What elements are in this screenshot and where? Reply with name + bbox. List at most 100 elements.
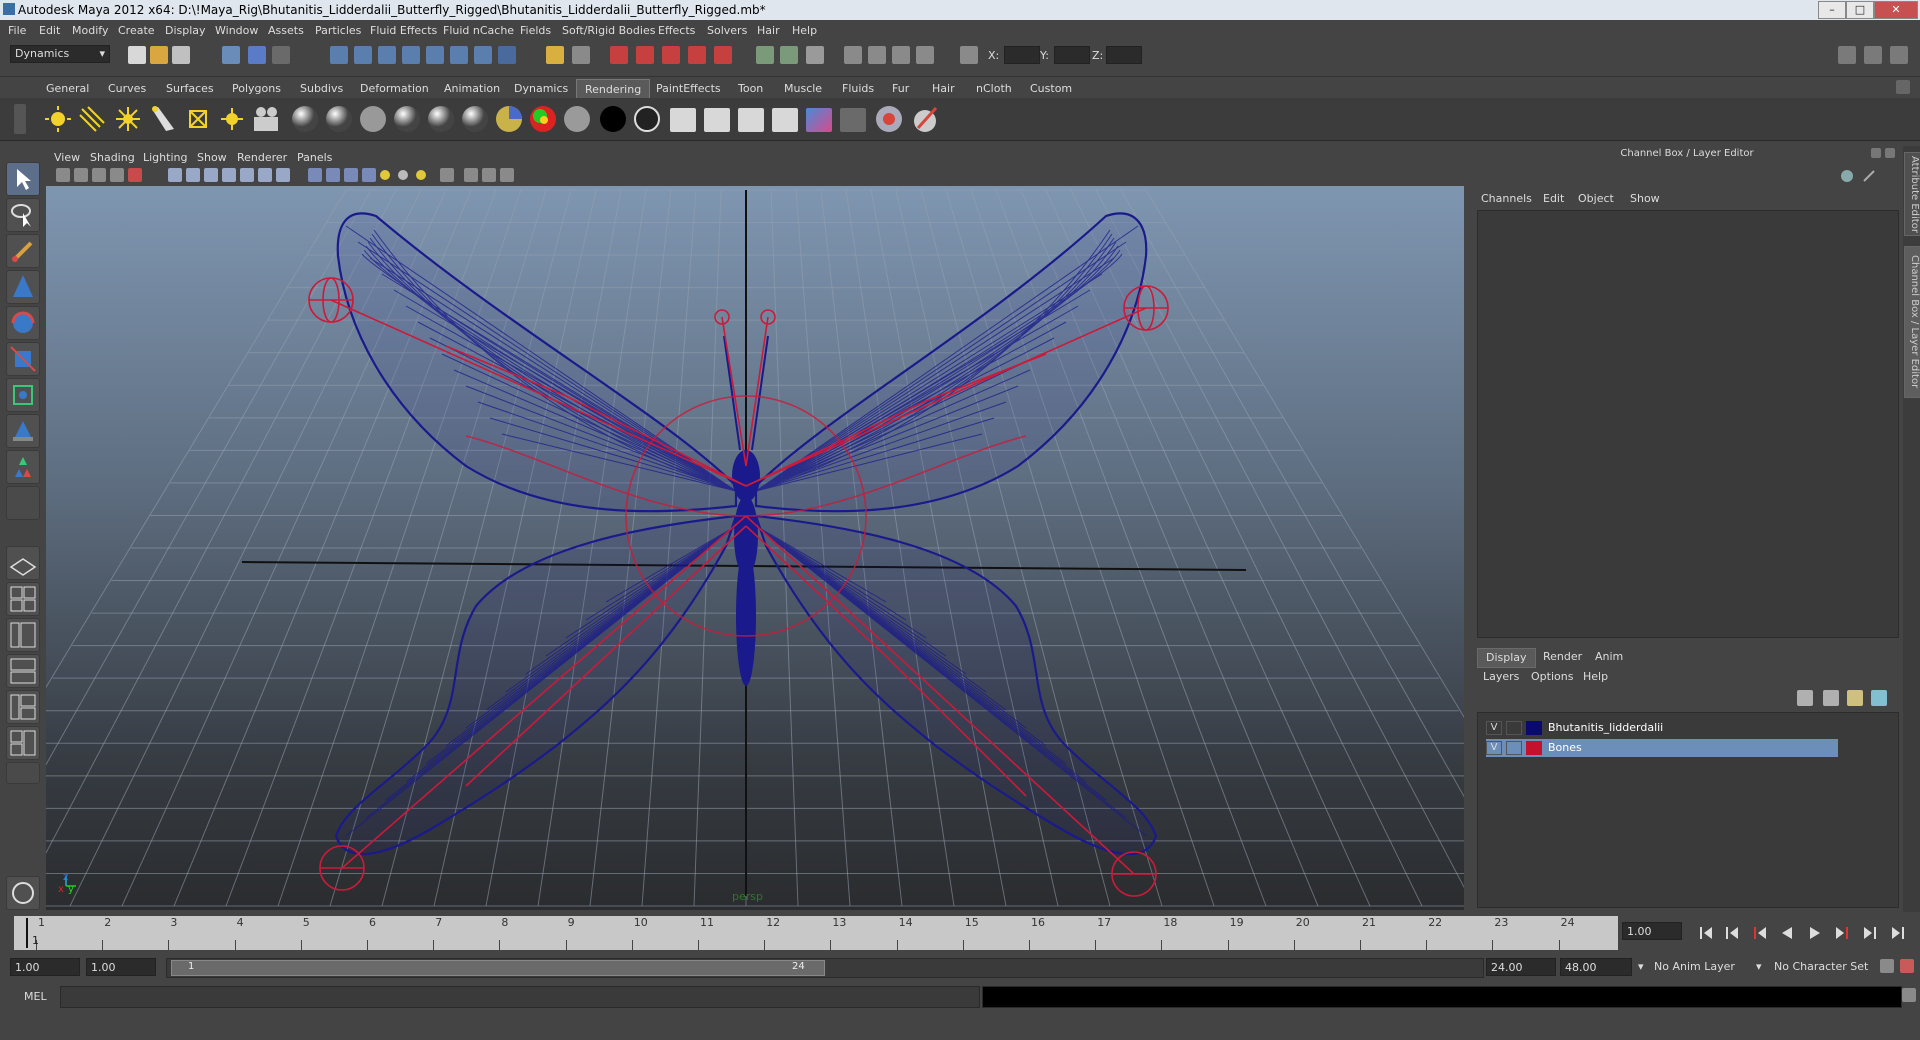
menu-window[interactable]: Window [215,24,258,37]
time-slider-track[interactable]: 1 2 3 4 5 6 7 8 9 10 11 12 13 14 15 16 17 18 19 20 21 22 23 24 … [14,916,1618,950]
play-forwards-icon[interactable] [1810,927,1820,939]
soft-modification-icon[interactable] [6,414,40,448]
snap-grid-icon[interactable] [610,46,628,64]
layer-menu-help[interactable]: Help [1583,670,1608,683]
ipr-render-shelf-icon[interactable] [738,108,764,132]
volume-shader-icon[interactable] [632,104,662,134]
four-view-layout-icon[interactable] [6,582,40,616]
xray-icon[interactable] [464,168,478,182]
safe-action-icon[interactable] [258,168,272,182]
move-tool-icon[interactable] [6,270,40,304]
layout-menu-icon[interactable] [6,762,40,784]
menu-modify[interactable]: Modify [72,24,108,37]
step-back-key-icon[interactable] [1754,927,1766,939]
render-view-shelf-icon[interactable] [772,108,798,132]
step-forward-key-icon[interactable] [1836,927,1848,939]
create-camera-icon[interactable] [252,105,280,133]
use-background-icon[interactable] [598,104,628,134]
shelf-tab-general[interactable]: General [46,82,89,95]
create-layer-from-selected-icon[interactable] [1871,690,1887,706]
float-panel-icon[interactable] [1871,148,1881,158]
playback-start-field[interactable]: 1.00 [86,958,156,976]
shelf-tab-curves[interactable]: Curves [108,82,146,95]
layer-type-toggle[interactable] [1506,741,1522,755]
move-layer-up-icon[interactable] [1797,690,1813,706]
textured-icon[interactable] [362,168,376,182]
viewport-menu-panels[interactable]: Panels [297,151,332,164]
minimize-button[interactable]: – [1818,1,1846,19]
menu-fluid-ncache[interactable]: Fluid nCache [443,24,514,37]
go-to-start-icon[interactable] [1700,927,1712,939]
viewport-menu-renderer[interactable]: Renderer [237,151,287,164]
select-hierarchy-icon[interactable] [222,46,240,64]
layer-tab-render[interactable]: Render [1535,648,1590,666]
range-slider[interactable]: 1 24 [166,958,1484,978]
hypershade-icon[interactable] [670,108,696,132]
cb-menu-object[interactable]: Object [1578,192,1614,205]
default-lighting-icon[interactable] [414,168,428,182]
viewport-menu-shading[interactable]: Shading [90,151,135,164]
range-slider-handle[interactable]: 1 24 [171,960,825,976]
render-settings-icon[interactable] [916,46,934,64]
snap-point-icon[interactable] [662,46,680,64]
universal-manipulator-icon[interactable] [6,378,40,412]
persp-outliner-layout-icon[interactable] [6,618,40,652]
animation-preferences-icon[interactable] [1900,959,1914,973]
tool-settings-toggle-icon[interactable] [1864,46,1882,64]
show-manipulator-icon[interactable] [6,450,40,484]
lambert-shader-icon[interactable] [358,104,388,134]
menu-create[interactable]: Create [118,24,155,37]
xray-components-icon[interactable] [500,168,514,182]
camera-attributes-icon[interactable] [74,168,88,182]
character-set-chevron-icon[interactable]: ▾ [1756,960,1762,973]
auto-key-icon[interactable] [1880,959,1894,973]
menu-help[interactable]: Help [792,24,817,37]
phong-shader-icon[interactable] [426,104,456,134]
shelf-tab-custom[interactable]: Custom [1030,82,1072,95]
question-icon[interactable] [498,46,516,64]
layer-color-swatch[interactable] [1526,721,1542,735]
volume-light-icon[interactable] [218,105,246,133]
create-empty-layer-icon[interactable] [1847,690,1863,706]
output-ops-icon[interactable] [780,46,798,64]
current-time-field[interactable]: 1.00 [1622,922,1682,940]
transform-field-icon[interactable] [960,46,978,64]
shelf-tab-polygons[interactable]: Polygons [232,82,281,95]
layer-visibility-toggle[interactable]: V [1486,741,1502,755]
mental-ray-icon[interactable] [874,104,904,134]
area-light-icon[interactable] [184,105,212,133]
shelf-tab-ncloth[interactable]: nCloth [976,82,1012,95]
isolate-select-icon[interactable] [440,168,454,182]
point-light-icon[interactable] [114,105,142,133]
new-scene-icon[interactable] [128,46,146,64]
snap-curve-icon[interactable] [636,46,654,64]
shelf-options-icon[interactable] [14,104,26,134]
perspective-viewport[interactable]: x y z persp [46,186,1464,910]
construction-history-icon[interactable] [806,46,824,64]
directional-light-icon[interactable] [78,105,106,133]
wireframe-icon[interactable] [308,168,322,182]
pick-curves-icon[interactable] [378,46,396,64]
close-panel-icon[interactable] [1885,148,1895,158]
select-tool-icon[interactable] [6,162,40,196]
cb-menu-channels[interactable]: Channels [1481,192,1532,205]
wireframe-on-shaded-icon[interactable] [344,168,358,182]
ramp-shader-icon[interactable] [494,104,524,134]
shadows-icon[interactable] [396,168,410,182]
menu-solvers[interactable]: Solvers [707,24,747,37]
render-current-frame-icon[interactable] [704,108,730,132]
shelf-tab-hair[interactable]: Hair [932,82,955,95]
menu-effects[interactable]: Effects [658,24,695,37]
shelf-tab-dynamics[interactable]: Dynamics [514,82,568,95]
shelf-tab-painteffects[interactable]: PaintEffects [656,82,721,95]
highlight-selection-icon[interactable] [572,46,590,64]
script-editor-icon[interactable] [6,876,40,910]
paint-select-tool-icon[interactable] [6,234,40,268]
surface-shader-icon[interactable] [562,104,592,134]
cb-menu-edit[interactable]: Edit [1543,192,1564,205]
anisotropic-shader-icon[interactable] [290,104,320,134]
render-frame-icon[interactable] [868,46,886,64]
pick-handles-icon[interactable] [330,46,348,64]
shelf-tab-rendering[interactable]: Rendering [576,79,651,100]
single-perspective-layout-icon[interactable] [6,546,40,580]
